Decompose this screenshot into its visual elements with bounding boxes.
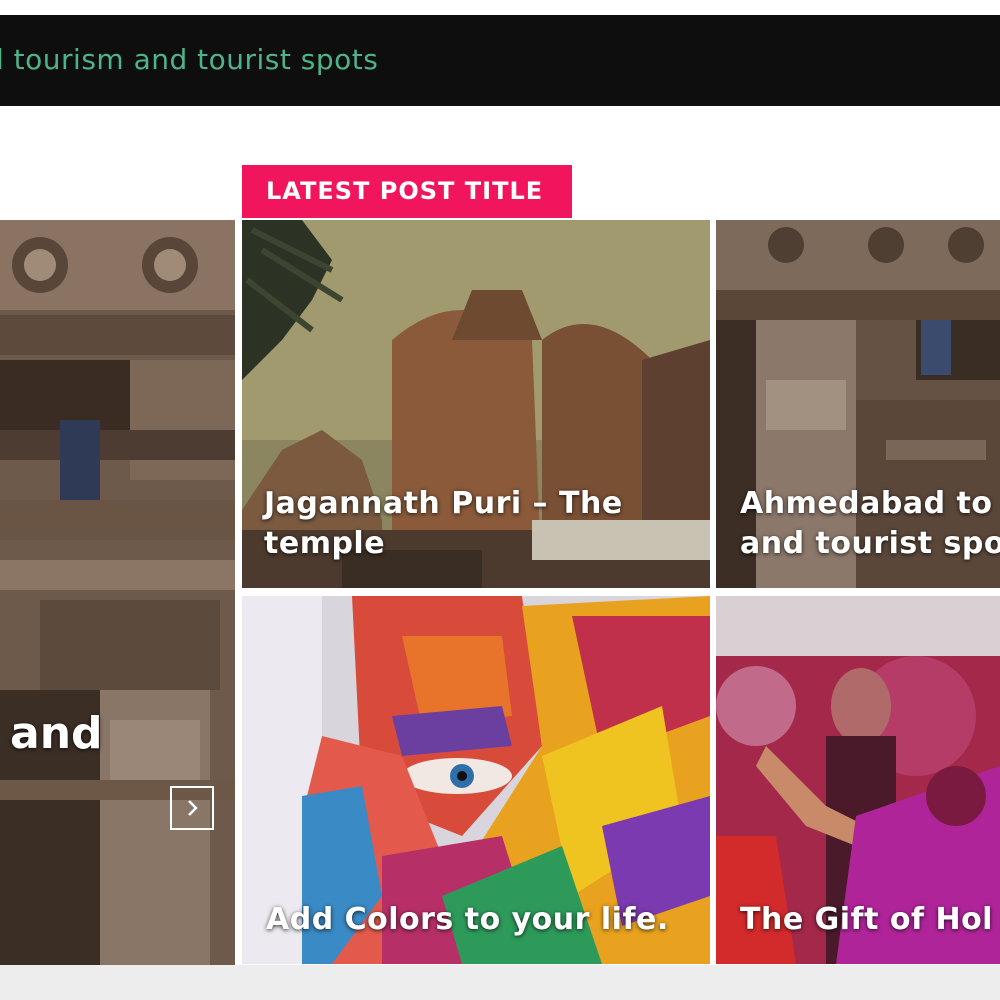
ticker-text[interactable]: d tourism and tourist spots [0, 43, 378, 76]
post-title-line1[interactable]: The Gift of Hol [740, 900, 993, 940]
next-slide-button[interactable] [170, 786, 214, 830]
post-title-line1[interactable]: Add Colors to your life. [266, 900, 669, 940]
bottom-strip [0, 965, 1000, 1000]
post-title-line1[interactable]: Ahmedabad to [740, 484, 993, 524]
chevron-right-icon [188, 800, 198, 816]
post-card-colors[interactable]: Add Colors to your life. [242, 596, 710, 964]
post-title-line2[interactable]: temple [264, 524, 385, 564]
post-card-ahmedabad[interactable]: Ahmedabad to and tourist spo [716, 220, 1000, 588]
news-ticker: d tourism and tourist spots [0, 15, 1000, 106]
featured-post[interactable]: and [0, 220, 235, 965]
post-title-line1[interactable]: Jagannath Puri – The [264, 484, 623, 524]
post-card-jagannath[interactable]: Jagannath Puri – The temple [242, 220, 710, 588]
featured-image [0, 220, 235, 965]
post-title-line2[interactable]: and tourist spo [740, 524, 1000, 564]
section-label: LATEST POST TITLE [242, 165, 572, 218]
post-card-holi[interactable]: The Gift of Hol [716, 596, 1000, 964]
top-spacer [0, 0, 1000, 15]
featured-title[interactable]: and [10, 708, 103, 759]
